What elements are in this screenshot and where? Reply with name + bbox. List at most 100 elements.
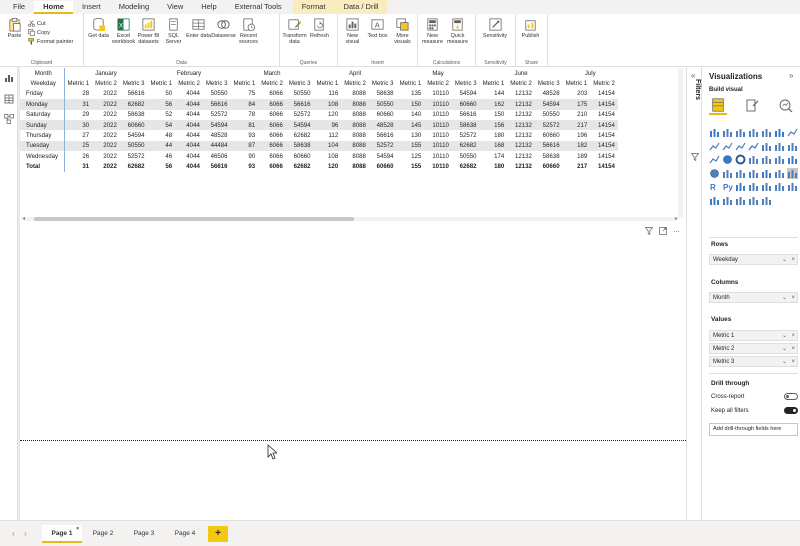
keep-all-filters-toggle[interactable] bbox=[784, 407, 798, 414]
month-header[interactable]: March bbox=[231, 68, 314, 78]
month-header[interactable]: January bbox=[64, 68, 148, 78]
metric-header[interactable]: Metric 2 bbox=[341, 78, 369, 88]
donut-chart-icon[interactable] bbox=[735, 154, 746, 165]
values-field-metric-3[interactable]: Metric 3 ⌄ × bbox=[709, 356, 798, 367]
metric-header[interactable]: Metric 2 bbox=[507, 78, 535, 88]
more-options-icon[interactable]: ... bbox=[673, 226, 680, 235]
clustered-column-icon[interactable] bbox=[748, 127, 759, 138]
decomposition-tree-icon[interactable] bbox=[748, 181, 759, 192]
model-view-icon[interactable] bbox=[4, 114, 14, 124]
clustered-bar-icon[interactable] bbox=[735, 127, 746, 138]
qa-icon[interactable] bbox=[761, 181, 772, 192]
next-page-arrow-icon[interactable]: › bbox=[24, 529, 27, 538]
metric-header[interactable]: Metric 1 bbox=[480, 78, 508, 88]
line-column-icon[interactable] bbox=[735, 141, 746, 152]
month-header[interactable]: May bbox=[397, 68, 480, 78]
row-header[interactable]: Friday bbox=[20, 88, 65, 100]
metric-header[interactable]: Metric 3 bbox=[452, 78, 480, 88]
pie-chart-icon[interactable] bbox=[722, 154, 733, 165]
row-header[interactable]: Monday bbox=[20, 99, 65, 110]
treemap-icon[interactable] bbox=[748, 154, 759, 165]
line-chart-icon[interactable] bbox=[787, 127, 798, 138]
copy-button[interactable]: Copy bbox=[28, 28, 73, 37]
page-tab-page-2[interactable]: Page 2 bbox=[83, 525, 123, 543]
metric-header[interactable]: Metric 2 bbox=[258, 78, 286, 88]
multi-row-card-icon[interactable] bbox=[735, 168, 746, 179]
line-clustered-icon[interactable] bbox=[748, 141, 759, 152]
row-header[interactable]: Sunday bbox=[20, 119, 65, 131]
metric-header[interactable]: Metric 2 bbox=[424, 78, 452, 88]
metric-header[interactable]: Metric 2 bbox=[175, 78, 203, 88]
matrix-visual[interactable]: Month January February March April May June Jul… bbox=[20, 68, 686, 220]
values-field-metric-1[interactable]: Metric 1 ⌄ × bbox=[709, 330, 798, 341]
metric-header[interactable]: Metric 1 bbox=[148, 78, 176, 88]
stacked-area-icon[interactable] bbox=[722, 141, 733, 152]
tab-format[interactable]: Format bbox=[293, 1, 335, 14]
tab-file[interactable]: File bbox=[4, 1, 34, 14]
python-visual-icon[interactable]: Py bbox=[722, 181, 733, 192]
metric-header[interactable]: Metric 3 bbox=[535, 78, 563, 88]
more-visuals-icon[interactable] bbox=[761, 195, 772, 206]
tab-home[interactable]: Home bbox=[34, 1, 73, 14]
matrix-visual-icon[interactable] bbox=[787, 167, 798, 179]
row-header[interactable]: Tuesday bbox=[20, 140, 65, 152]
remove-field-icon[interactable]: × bbox=[791, 357, 795, 367]
page-tab-page-3[interactable]: Page 3 bbox=[124, 525, 164, 543]
power-automate-icon[interactable] bbox=[722, 195, 733, 206]
matrix-horizontal-scroll-thumb[interactable] bbox=[34, 217, 354, 221]
field-chevron-icon[interactable]: ⌄ bbox=[782, 357, 787, 367]
ribbon-chart-icon[interactable] bbox=[761, 141, 772, 152]
row-field-header[interactable]: Weekday bbox=[20, 78, 65, 89]
shape-map-icon[interactable] bbox=[787, 154, 798, 165]
tab-help[interactable]: Help bbox=[192, 1, 225, 14]
data-view-icon[interactable] bbox=[4, 94, 14, 104]
stacked-column-icon[interactable] bbox=[722, 127, 733, 138]
gauge-icon[interactable] bbox=[709, 168, 720, 179]
tab-view[interactable]: View bbox=[158, 1, 192, 14]
matrix-vertical-scrollbar[interactable] bbox=[678, 68, 683, 218]
metric-header[interactable]: Metric 3 bbox=[369, 78, 397, 88]
waterfall-icon[interactable] bbox=[774, 141, 785, 152]
100-column-icon[interactable] bbox=[774, 127, 785, 138]
row-header[interactable]: Wednesday bbox=[20, 151, 65, 162]
filters-pane-collapsed[interactable]: « Filters bbox=[686, 67, 702, 520]
field-chevron-icon[interactable]: ⌄ bbox=[782, 255, 787, 265]
drill-through-drop-zone[interactable]: Add drill-through fields here bbox=[709, 423, 798, 436]
100-bar-icon[interactable] bbox=[761, 127, 772, 138]
remove-field-icon[interactable]: × bbox=[791, 331, 795, 341]
tab-external-tools[interactable]: External Tools bbox=[226, 1, 291, 14]
collapse-pane-chevron-icon[interactable]: » bbox=[789, 71, 793, 80]
close-page-icon[interactable]: × bbox=[76, 520, 79, 538]
month-header[interactable]: June bbox=[480, 68, 563, 78]
format-painter-button[interactable]: Format painter bbox=[28, 37, 73, 46]
area-chart-icon[interactable] bbox=[709, 141, 720, 152]
scatter-icon[interactable] bbox=[709, 154, 720, 165]
tab-modeling[interactable]: Modeling bbox=[110, 1, 158, 14]
rows-field-well[interactable]: Weekday ⌄ × bbox=[709, 254, 798, 265]
remove-field-icon[interactable]: × bbox=[791, 255, 795, 265]
page-tab-page-4[interactable]: Page 4 bbox=[165, 525, 205, 543]
kpi-icon[interactable] bbox=[748, 168, 759, 179]
goals-icon[interactable] bbox=[748, 195, 759, 206]
metric-header[interactable]: Metric 1 bbox=[397, 78, 425, 88]
remove-field-icon[interactable]: × bbox=[791, 344, 795, 354]
field-chevron-icon[interactable]: ⌄ bbox=[782, 331, 787, 341]
add-page-button[interactable]: + bbox=[208, 526, 228, 542]
metric-header[interactable]: Metric 1 bbox=[563, 78, 591, 88]
metric-header[interactable]: Metric 3 bbox=[203, 78, 231, 88]
focus-mode-icon[interactable] bbox=[659, 227, 667, 235]
paginated-icon[interactable] bbox=[787, 181, 798, 192]
key-influencers-icon[interactable] bbox=[735, 181, 746, 192]
narrative-icon[interactable] bbox=[774, 181, 785, 192]
cut-button[interactable]: Cut bbox=[28, 19, 73, 28]
map-icon[interactable] bbox=[761, 154, 772, 165]
r-visual-icon[interactable]: R bbox=[709, 181, 720, 192]
funnel-icon[interactable] bbox=[787, 141, 798, 152]
card-icon[interactable] bbox=[722, 168, 733, 179]
row-header[interactable]: Saturday bbox=[20, 109, 65, 120]
filter-icon[interactable] bbox=[645, 227, 653, 235]
filled-map-icon[interactable] bbox=[774, 154, 785, 165]
month-header[interactable]: February bbox=[148, 68, 231, 78]
tab-insert[interactable]: Insert bbox=[73, 1, 110, 14]
metric-header[interactable]: Metric 1 bbox=[64, 78, 92, 88]
